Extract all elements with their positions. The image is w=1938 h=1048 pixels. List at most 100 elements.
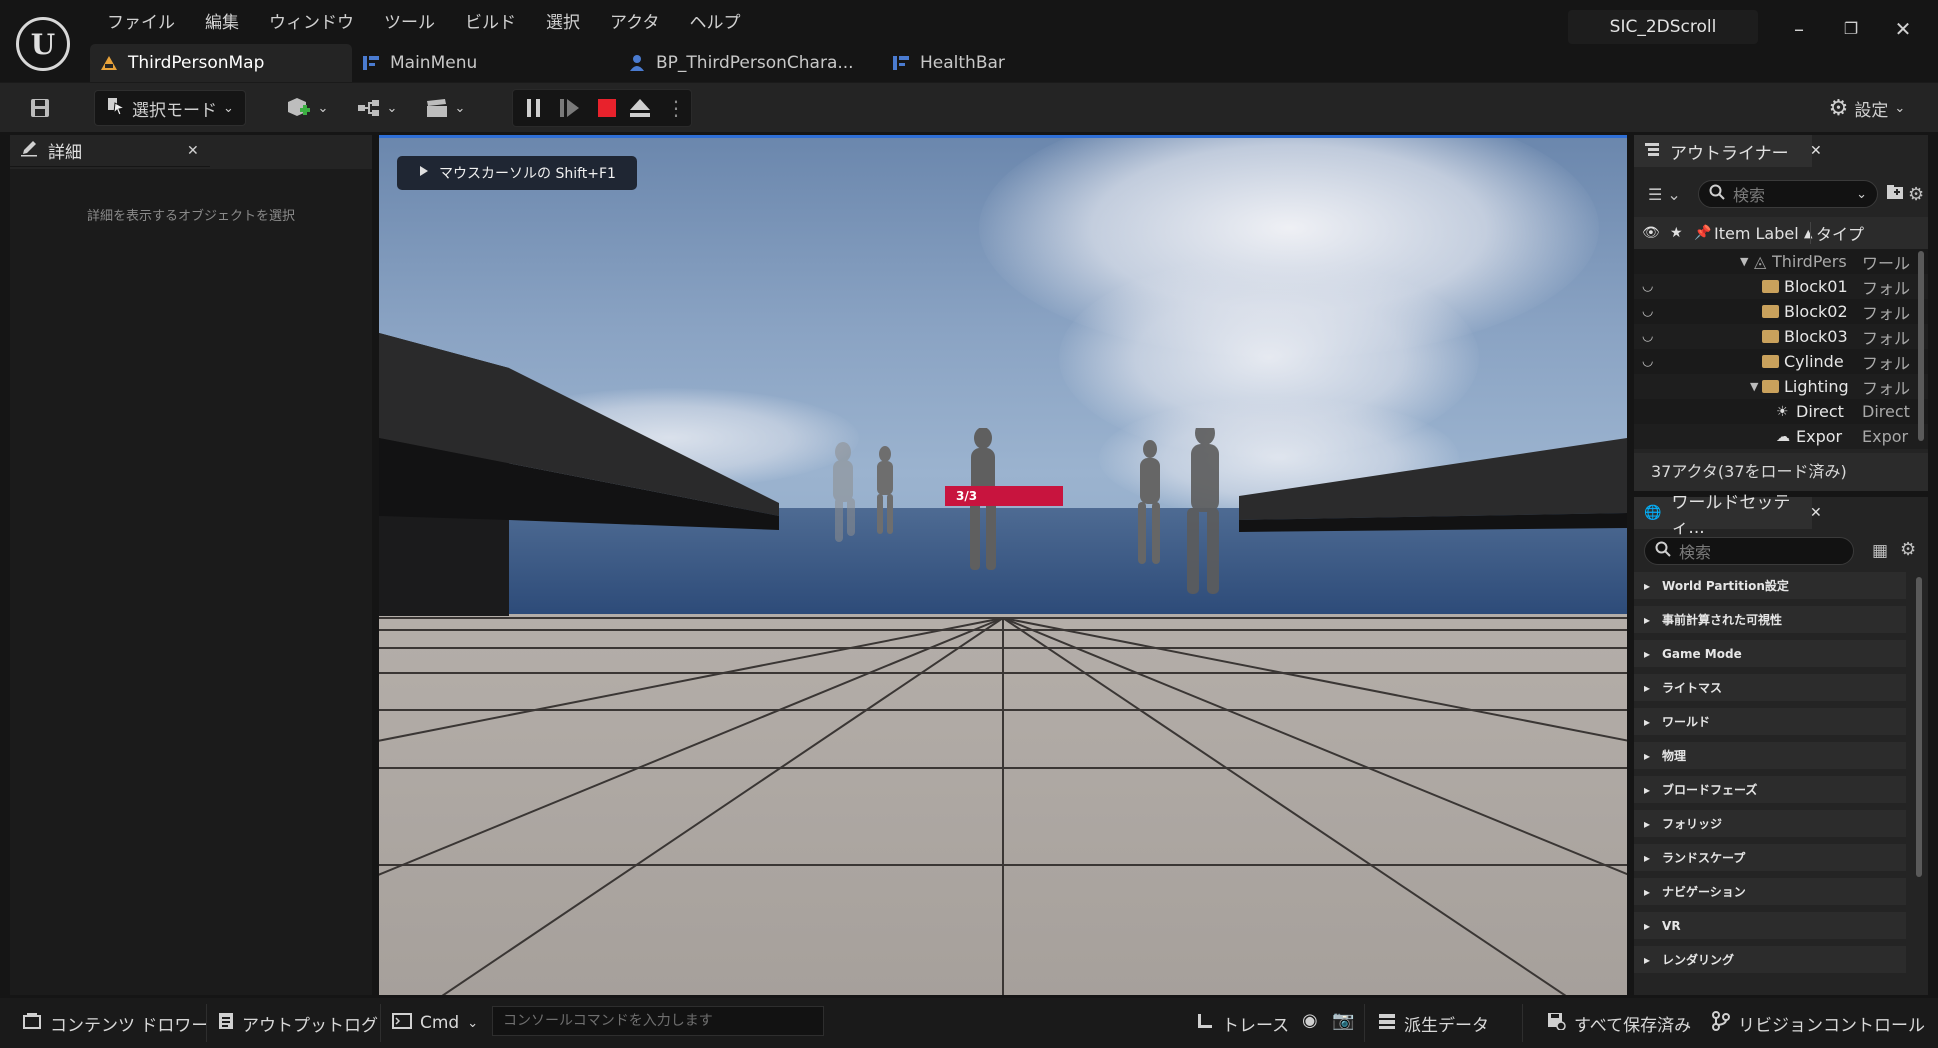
fog-icon: ☁ xyxy=(1776,428,1790,445)
save-all-icon xyxy=(1546,1012,1566,1035)
divider xyxy=(1522,1004,1523,1042)
category-vr[interactable]: ▸ VR xyxy=(1634,912,1906,939)
world-settings-categories: ▸ World Partition設定 ▸ 事前計算された可視性 ▸ Game Mod… xyxy=(1634,572,1906,980)
globe-icon: 🌐 xyxy=(1644,505,1662,521)
content-drawer-button[interactable]: コンテンツ ドロワー xyxy=(22,1007,208,1039)
trace-label: トレース xyxy=(1222,1015,1290,1036)
tab-main-menu[interactable]: MainMenu xyxy=(352,44,618,82)
trace-button[interactable]: トレース xyxy=(1196,1007,1289,1039)
more-options-icon[interactable]: ⋮ xyxy=(666,96,686,120)
tree-row-actor[interactable]: ☁ Expor Expor xyxy=(1634,424,1928,449)
menu-window[interactable]: ウィンドウ xyxy=(254,10,369,36)
blueprint-menu-button[interactable]: ⌄ xyxy=(352,90,402,126)
world-settings-tab[interactable]: 🌐 ワールドセッティ... ✕ xyxy=(1634,493,1822,538)
gear-icon[interactable]: ⚙ xyxy=(1900,539,1916,560)
star-icon[interactable]: ★ xyxy=(1670,225,1683,241)
column-item-label[interactable]: Item Label xyxy=(1714,224,1799,243)
tab-third-person-map[interactable]: ThirdPersonMap xyxy=(90,44,352,82)
output-log-button[interactable]: アウトプットログ xyxy=(218,1007,378,1039)
tree-row-folder[interactable]: ◡ Block01 フォル xyxy=(1634,274,1928,299)
menu-build[interactable]: ビルド xyxy=(450,10,531,36)
derived-data-button[interactable]: 派生データ xyxy=(1378,1007,1489,1039)
column-type[interactable]: タイプ xyxy=(1816,221,1864,245)
settings-button[interactable]: ⚙ 設定 ⌄ xyxy=(1822,90,1912,126)
console-command-input[interactable]: コンソールコマンドを入力します xyxy=(492,1006,824,1036)
gear-icon[interactable]: ⚙ xyxy=(1908,184,1924,205)
select-mode-dropdown[interactable]: 選択モード ⌄ xyxy=(94,90,246,126)
category-world[interactable]: ▸ ワールド xyxy=(1634,708,1906,735)
minimize-button[interactable]: – xyxy=(1784,14,1814,44)
record-icon[interactable]: ◉ xyxy=(1302,1010,1318,1031)
save-all-button[interactable]: すべて保存済み xyxy=(1546,1007,1691,1039)
outliner-tab[interactable]: アウトライナー ✕ xyxy=(1634,135,1822,167)
tree-row-folder[interactable]: ◡ Block02 フォル xyxy=(1634,299,1928,324)
category-navigation[interactable]: ▸ ナビゲーション xyxy=(1634,878,1906,905)
table-view-icon[interactable]: ▦ xyxy=(1872,541,1888,561)
tree-row-folder[interactable]: ▼ Lighting フォル xyxy=(1634,374,1928,399)
menu-tools[interactable]: ツール xyxy=(369,10,450,36)
category-label: 事前計算された可視性 xyxy=(1662,613,1783,627)
category-broadphase[interactable]: ▸ ブロードフェーズ xyxy=(1634,776,1906,803)
tab-bp-third-person-character[interactable]: BP_ThirdPersonChara... xyxy=(618,44,882,82)
world-settings-search-input[interactable]: 検索 xyxy=(1644,537,1854,565)
close-icon[interactable]: ✕ xyxy=(187,143,199,159)
restore-button[interactable]: ❐ xyxy=(1836,14,1866,44)
mouse-cursor-hint[interactable]: マウスカーソルの Shift+F1 xyxy=(397,156,637,190)
add-folder-icon[interactable] xyxy=(1886,184,1904,204)
visibility-eye-icon[interactable]: ◡ xyxy=(1642,279,1660,294)
world-settings-scrollbar[interactable] xyxy=(1916,577,1922,877)
tree-row-actor[interactable]: ☀ Direct Direct xyxy=(1634,399,1928,424)
category-game-mode[interactable]: ▸ Game Mode xyxy=(1634,640,1906,667)
details-tab[interactable]: 詳細 ✕ xyxy=(10,135,210,167)
close-icon[interactable]: ✕ xyxy=(1810,505,1822,521)
add-actor-button[interactable]: ⌄ xyxy=(282,90,332,126)
outliner-scrollbar[interactable] xyxy=(1918,251,1924,441)
details-body: 詳細を表示するオブジェクトを選択 xyxy=(10,169,372,995)
world-settings-panel: 🌐 ワールドセッティ... ✕ 検索 ▦ ⚙ ▸ World Partition設… xyxy=(1634,493,1928,995)
menu-edit[interactable]: 編集 xyxy=(190,10,254,36)
revision-control-button[interactable]: リビジョンコントロール xyxy=(1712,1007,1925,1039)
camera-icon[interactable]: 📷 xyxy=(1332,1010,1354,1031)
stop-icon[interactable] xyxy=(597,98,617,122)
frame-skip-icon[interactable] xyxy=(559,98,581,122)
level-viewport[interactable]: 3/3 マウスカーソルの Shift+F1 xyxy=(379,135,1627,995)
category-foliage[interactable]: ▸ フォリッジ xyxy=(1634,810,1906,837)
category-rendering[interactable]: ▸ レンダリング xyxy=(1634,946,1906,973)
visibility-eye-icon[interactable]: ◡ xyxy=(1642,304,1660,319)
menu-file[interactable]: ファイル xyxy=(92,10,190,36)
health-bar: 3/3 xyxy=(945,486,1063,506)
filter-icon[interactable]: ☰ ⌄ xyxy=(1648,185,1681,204)
close-icon[interactable]: ✕ xyxy=(1810,143,1822,159)
unreal-logo-icon[interactable]: U xyxy=(16,17,70,71)
cmd-dropdown[interactable]: Cmd ⌄ xyxy=(392,1007,478,1039)
category-landscape[interactable]: ▸ ランドスケープ xyxy=(1634,844,1906,871)
menu-help[interactable]: ヘルプ xyxy=(674,10,755,36)
category-precomputed-visibility[interactable]: ▸ 事前計算された可視性 xyxy=(1634,606,1906,633)
tree-row-folder[interactable]: ◡ Cylinde フォル xyxy=(1634,349,1928,374)
add-actor-icon xyxy=(287,98,310,116)
tab-health-bar[interactable]: HealthBar xyxy=(882,44,1019,82)
category-world-partition[interactable]: ▸ World Partition設定 xyxy=(1634,572,1906,599)
folder-icon xyxy=(1762,280,1779,293)
category-lightmass[interactable]: ▸ ライトマス xyxy=(1634,674,1906,701)
pause-icon[interactable] xyxy=(525,98,543,122)
menu-actor[interactable]: アクタ xyxy=(595,10,674,36)
expand-arrow-icon[interactable]: ▼ xyxy=(1740,255,1748,268)
tree-row-world[interactable]: ▼ ◬ ThirdPers ワール xyxy=(1634,249,1928,274)
visibility-eye-icon[interactable]: ◡ xyxy=(1642,354,1660,369)
save-icon[interactable] xyxy=(22,90,58,126)
close-button[interactable]: ✕ xyxy=(1888,14,1918,44)
tree-item-label: Lighting xyxy=(1784,377,1849,396)
visibility-eye-icon[interactable]: ◡ xyxy=(1642,329,1660,344)
expand-arrow-icon[interactable]: ▼ xyxy=(1750,380,1758,393)
category-physics[interactable]: ▸ 物理 xyxy=(1634,742,1906,769)
cinematics-button[interactable]: ⌄ xyxy=(420,90,470,126)
menu-select[interactable]: 選択 xyxy=(531,10,595,36)
tree-row-folder[interactable]: ◡ Block03 フォル xyxy=(1634,324,1928,349)
character-blueprint-icon xyxy=(628,54,646,72)
pin-icon[interactable]: 📌 xyxy=(1694,225,1711,241)
outliner-search-input[interactable]: 検索 ⌄ xyxy=(1698,180,1878,208)
eject-icon[interactable] xyxy=(629,98,651,122)
expand-arrow-icon: ▸ xyxy=(1644,884,1651,899)
visibility-eye-icon[interactable]: 👁 xyxy=(1642,225,1660,241)
